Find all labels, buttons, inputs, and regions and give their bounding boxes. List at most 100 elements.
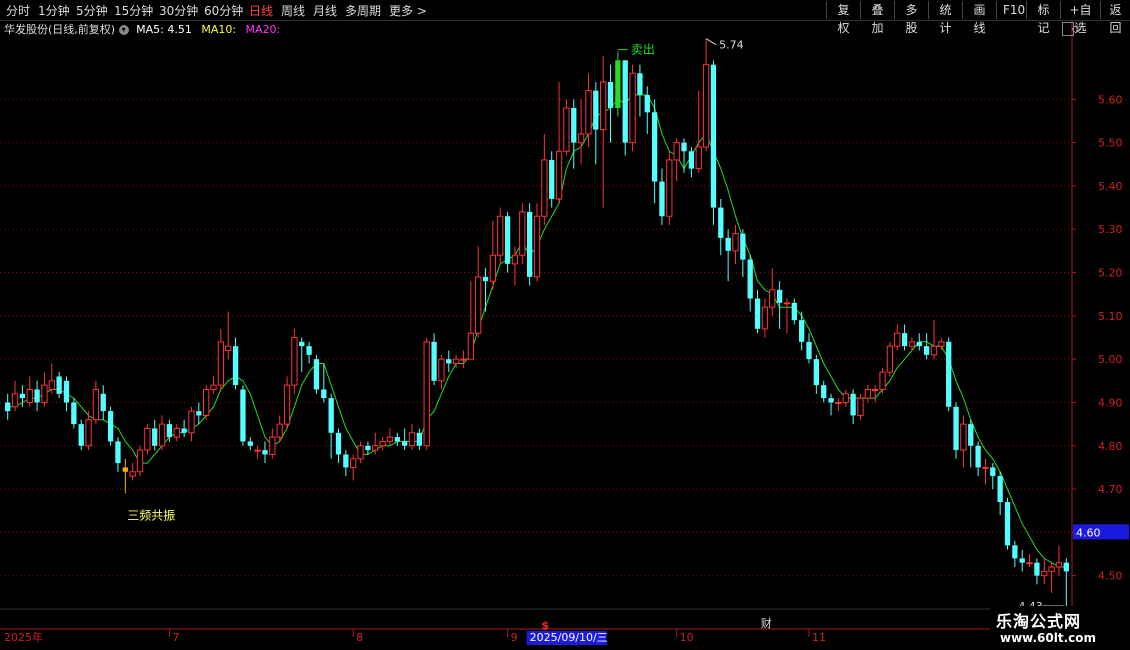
tab-3[interactable]: 5分钟 (76, 2, 108, 19)
candle-body-down (1063, 562, 1069, 572)
price-tick-label: 5.20 (1098, 267, 1123, 280)
candle-body-up (1048, 566, 1055, 572)
candle-body-down (416, 432, 423, 446)
candle-body-down (688, 151, 695, 169)
candle-body-up (225, 345, 232, 351)
candle-body-up (423, 341, 430, 447)
candle-body-up (438, 358, 445, 382)
candle-body-down (1004, 502, 1011, 546)
candle-body-down (482, 276, 489, 282)
candle-body-up (585, 90, 592, 135)
candle-body-down (622, 60, 628, 143)
candle-body-down (306, 346, 312, 355)
month-label: 11 (812, 631, 826, 644)
candle-body-up (269, 436, 276, 455)
candle-body-up (41, 384, 48, 403)
candle-body-up (136, 449, 144, 473)
candle-body-up (497, 215, 504, 256)
price-tick-label: 4.90 (1098, 396, 1123, 409)
candle-body-up (92, 388, 100, 421)
candle-body-down (644, 94, 650, 113)
candlestick-chart[interactable]: 5.60 5.50 5.40 5.30 5.20 5.10 5.00 4.90 4.80 4.70… (0, 0, 1130, 650)
candle-body-up (350, 458, 357, 468)
candle-body-down (394, 437, 400, 442)
scroll-box-icon[interactable] (1062, 22, 1074, 36)
tool-button-7[interactable]: 标记 (1026, 1, 1060, 35)
candle-body-down (821, 385, 827, 399)
candle-body-up (872, 388, 879, 391)
price-tick-label: 5.40 (1098, 180, 1123, 193)
watermark-url: www.60lt.com (1000, 631, 1097, 645)
candle-body-down (299, 341, 305, 347)
candle-body-down (828, 398, 834, 403)
ma10-label: MA10: (201, 23, 237, 36)
candle-body-up (85, 419, 92, 447)
price-tick-label: 5.50 (1098, 137, 1123, 150)
tab-10[interactable]: 多周期 (345, 2, 381, 19)
candle-body-down (1034, 562, 1040, 576)
candle-body-down (549, 159, 555, 199)
tab-11[interactable]: 更多 > (389, 2, 427, 19)
tab-6[interactable]: 60分钟 (204, 2, 243, 19)
candle-body-down (100, 393, 106, 412)
tool-button-5[interactable]: 画线 (962, 1, 996, 35)
candle-body-down (232, 346, 239, 386)
candle-body-up (203, 388, 210, 416)
candle-body-down (850, 393, 856, 416)
tool-button-1[interactable]: 复权 (826, 1, 860, 35)
price-tick-label: 5.30 (1098, 223, 1123, 236)
candle-body-down (107, 411, 114, 442)
candle-body-up (26, 388, 33, 403)
candle-body-up (283, 384, 291, 425)
tab-5[interactable]: 30分钟 (159, 2, 198, 19)
candle-body-up (769, 289, 776, 308)
candle-body-up (857, 397, 864, 416)
tool-button-8[interactable]: +自选 (1060, 1, 1100, 35)
candle-body-up (930, 345, 938, 356)
candle-body-up (702, 64, 710, 148)
candle-body-down (607, 81, 614, 108)
tab-8[interactable]: 周线 (281, 2, 305, 19)
tool-button-4[interactable]: 统计 (928, 1, 962, 35)
candle-body-up (386, 436, 394, 442)
tool-button-6[interactable]: F10 (996, 1, 1026, 19)
candle-body-down (504, 216, 511, 264)
candle-body-up (761, 306, 769, 330)
tool-button-9[interactable]: 返回 (1100, 1, 1130, 35)
candle-body-up (357, 445, 364, 460)
candle-body-down (152, 428, 158, 446)
candle-body-up (908, 341, 916, 347)
tab-7[interactable]: 日线 (249, 2, 273, 19)
candle-body-up (695, 146, 702, 170)
tab-2[interactable]: 1分钟 (38, 2, 70, 19)
tool-button-3[interactable]: 多股 (894, 1, 928, 35)
candle-body-up (408, 432, 416, 447)
candle-body-up (960, 423, 967, 451)
candle-body-up (666, 159, 673, 217)
price-tick-label: 4.80 (1098, 440, 1123, 453)
price-tick-label: 5.10 (1098, 310, 1123, 323)
candle-body-up (188, 410, 195, 434)
signal-label: 三频共振 (127, 508, 175, 522)
tab-4[interactable]: 15分钟 (114, 2, 153, 19)
candle-body-down (923, 346, 930, 355)
candle-body-up (555, 150, 563, 200)
sell-label: 卖出 (631, 43, 655, 57)
candle-body-down (953, 406, 959, 451)
watermark-title: 乐淘公式网 (996, 612, 1082, 631)
tab-9[interactable]: 月线 (313, 2, 337, 19)
tool-button-2[interactable]: 叠加 (860, 1, 894, 35)
candle-body-down (975, 445, 981, 468)
tab-1[interactable]: 分时 (6, 2, 30, 19)
candle-body-down (19, 393, 26, 399)
candle-body-up (372, 445, 379, 451)
candle-body-up (732, 233, 739, 252)
candle-body-down (34, 389, 40, 403)
chevron-down-icon[interactable]: ▾ (118, 25, 129, 35)
candle-body-down (710, 64, 717, 208)
candle-body-up (982, 466, 989, 469)
cursor-date-label: 2025/09/10/三 (530, 631, 608, 644)
candle-body-down (806, 341, 812, 360)
candle-body-down (593, 90, 599, 130)
candle-body-up (938, 341, 945, 347)
